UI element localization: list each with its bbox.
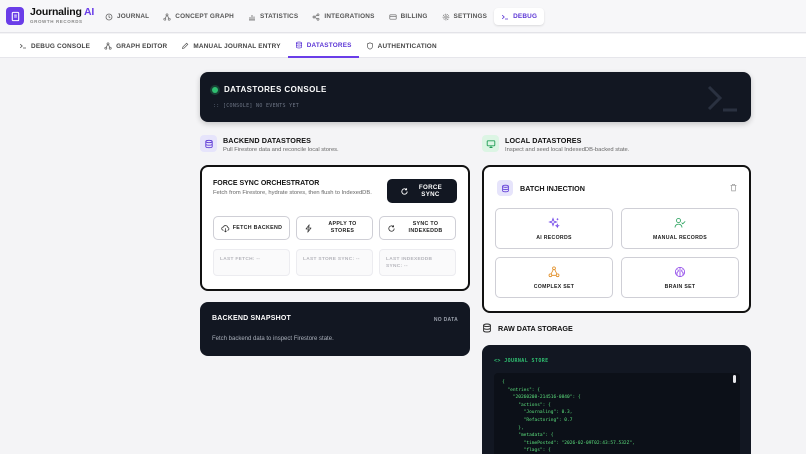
card-description: Fetch from Firestore, hydrate stores, th… bbox=[213, 190, 372, 196]
ai-records-tile[interactable]: AI RECORDS bbox=[495, 208, 613, 249]
tab-authentication[interactable]: AUTHENTICATION bbox=[359, 34, 444, 58]
section-title: RAW DATA STORAGE bbox=[498, 323, 573, 333]
backend-snapshot-panel: BACKEND SNAPSHOT NO DATA Fetch backend d… bbox=[200, 302, 470, 356]
monitor-icon bbox=[482, 135, 499, 152]
raw-data-storage-header: RAW DATA STORAGE bbox=[482, 323, 573, 333]
brand-subtitle: GROWTH RECORDS bbox=[30, 19, 83, 24]
tab-datastores[interactable]: DATASTORES bbox=[287, 34, 359, 58]
manual-records-tile[interactable]: MANUAL RECORDS bbox=[621, 208, 739, 249]
database-icon bbox=[295, 41, 303, 49]
nav-journal[interactable]: JOURNAL bbox=[98, 8, 156, 25]
local-datastores-header: LOCAL DATASTORES Inspect and seed local … bbox=[482, 135, 629, 153]
section-description: Pull Firestore data and reconcile local … bbox=[223, 147, 339, 153]
card-title: BATCH INJECTION bbox=[520, 184, 585, 193]
brand: Journaling AI GROWTH RECORDS bbox=[30, 6, 95, 25]
panel-title: BACKEND SNAPSHOT bbox=[212, 315, 292, 322]
user-check-icon bbox=[674, 218, 686, 228]
brain-set-tile[interactable]: BRAIN SET bbox=[621, 257, 739, 298]
graph-icon bbox=[163, 12, 171, 21]
trash-icon[interactable] bbox=[729, 183, 738, 192]
nav-statistics[interactable]: STATISTICS bbox=[241, 8, 305, 25]
batch-injection-card: BATCH INJECTION AI RECORDS MANUAL RECORD… bbox=[482, 165, 751, 313]
last-indexeddb-sync-status: LAST INDEXEDDB SYNC: -- bbox=[379, 249, 456, 276]
nav-concept-graph[interactable]: CONCEPT GRAPH bbox=[156, 8, 241, 25]
graph-icon bbox=[104, 42, 112, 50]
last-store-sync-status: LAST STORE SYNC: -- bbox=[296, 249, 373, 276]
card-title: FORCE SYNC ORCHESTRATOR bbox=[213, 180, 320, 187]
nav-debug[interactable]: DEBUG bbox=[494, 8, 545, 25]
status-dot bbox=[212, 87, 218, 93]
network-icon bbox=[548, 266, 560, 278]
sparkles-icon bbox=[548, 217, 560, 229]
console-title: DATASTORES CONSOLE bbox=[224, 85, 327, 94]
lightning-icon bbox=[304, 223, 313, 233]
datastores-console: DATASTORES CONSOLE :: [CONSOLE] NO EVENT… bbox=[200, 72, 751, 122]
terminal-icon bbox=[19, 42, 27, 50]
refresh-icon bbox=[400, 187, 409, 196]
cloud-download-icon bbox=[221, 224, 230, 233]
complex-set-tile[interactable]: COMPLEX SET bbox=[495, 257, 613, 298]
json-viewer[interactable]: { "entries": { "20260208-214516-0840": {… bbox=[494, 373, 740, 454]
backend-datastores-header: BACKEND DATASTORES Pull Firestore data a… bbox=[200, 135, 339, 153]
console-log: :: [CONSOLE] NO EVENTS YET bbox=[213, 103, 300, 109]
tab-graph-editor[interactable]: GRAPH EDITOR bbox=[97, 34, 174, 58]
refresh-icon bbox=[387, 224, 396, 233]
share-icon bbox=[312, 12, 320, 21]
panel-description: Fetch backend data to inspect Firestore … bbox=[212, 336, 334, 342]
force-sync-button[interactable]: FORCE SYNC bbox=[387, 179, 457, 203]
database-icon bbox=[497, 180, 513, 196]
app-logo-icon[interactable] bbox=[6, 7, 24, 25]
tab-manual-journal-entry[interactable]: MANUAL JOURNAL ENTRY bbox=[174, 34, 287, 58]
nav-integrations[interactable]: INTEGRATIONS bbox=[305, 8, 381, 25]
section-description: Inspect and seed local IndexedDB-backed … bbox=[505, 147, 630, 153]
scrollbar-thumb[interactable] bbox=[733, 375, 736, 383]
store-header: <> JOURNAL STORE bbox=[494, 358, 549, 364]
pen-icon bbox=[181, 42, 189, 50]
journal-store-panel: <> JOURNAL STORE { "entries": { "2026020… bbox=[482, 345, 751, 454]
last-fetch-status: LAST FETCH: -- bbox=[213, 249, 290, 276]
tab-debug-console[interactable]: DEBUG CONSOLE bbox=[12, 34, 97, 58]
json-content: { "entries": { "20260208-214516-0840": {… bbox=[502, 380, 635, 454]
sub-navigation-bar: DEBUG CONSOLE GRAPH EDITOR MANUAL JOURNA… bbox=[0, 34, 806, 58]
clock-icon bbox=[105, 13, 113, 21]
status-badge: NO DATA bbox=[433, 317, 458, 323]
bar-chart-icon bbox=[248, 13, 256, 21]
brand-name: Journaling AI bbox=[30, 6, 95, 18]
section-title: BACKEND DATASTORES bbox=[223, 136, 312, 145]
terminal-watermark-icon bbox=[707, 85, 737, 112]
terminal-icon bbox=[501, 13, 509, 21]
apply-to-stores-button[interactable]: APPLY TO STORES bbox=[296, 216, 373, 240]
section-title: LOCAL DATASTORES bbox=[505, 136, 582, 145]
credit-card-icon bbox=[389, 13, 397, 21]
database-icon bbox=[483, 323, 491, 333]
sync-to-indexeddb-button[interactable]: SYNC TO INDEXEDDB bbox=[379, 216, 456, 240]
shield-icon bbox=[366, 42, 374, 50]
gear-icon bbox=[442, 13, 450, 21]
database-icon bbox=[200, 135, 217, 152]
force-sync-orchestrator-card: FORCE SYNC ORCHESTRATOR Fetch from Fires… bbox=[200, 165, 470, 291]
main-nav: JOURNAL CONCEPT GRAPH STATISTICS INTEGRA… bbox=[98, 8, 545, 25]
brain-icon bbox=[675, 267, 685, 277]
top-navigation-bar: Journaling AI GROWTH RECORDS JOURNAL CON… bbox=[0, 0, 806, 33]
nav-billing[interactable]: BILLING bbox=[382, 8, 435, 25]
nav-settings[interactable]: SETTINGS bbox=[435, 8, 495, 25]
fetch-backend-button[interactable]: FETCH BACKEND bbox=[213, 216, 290, 240]
